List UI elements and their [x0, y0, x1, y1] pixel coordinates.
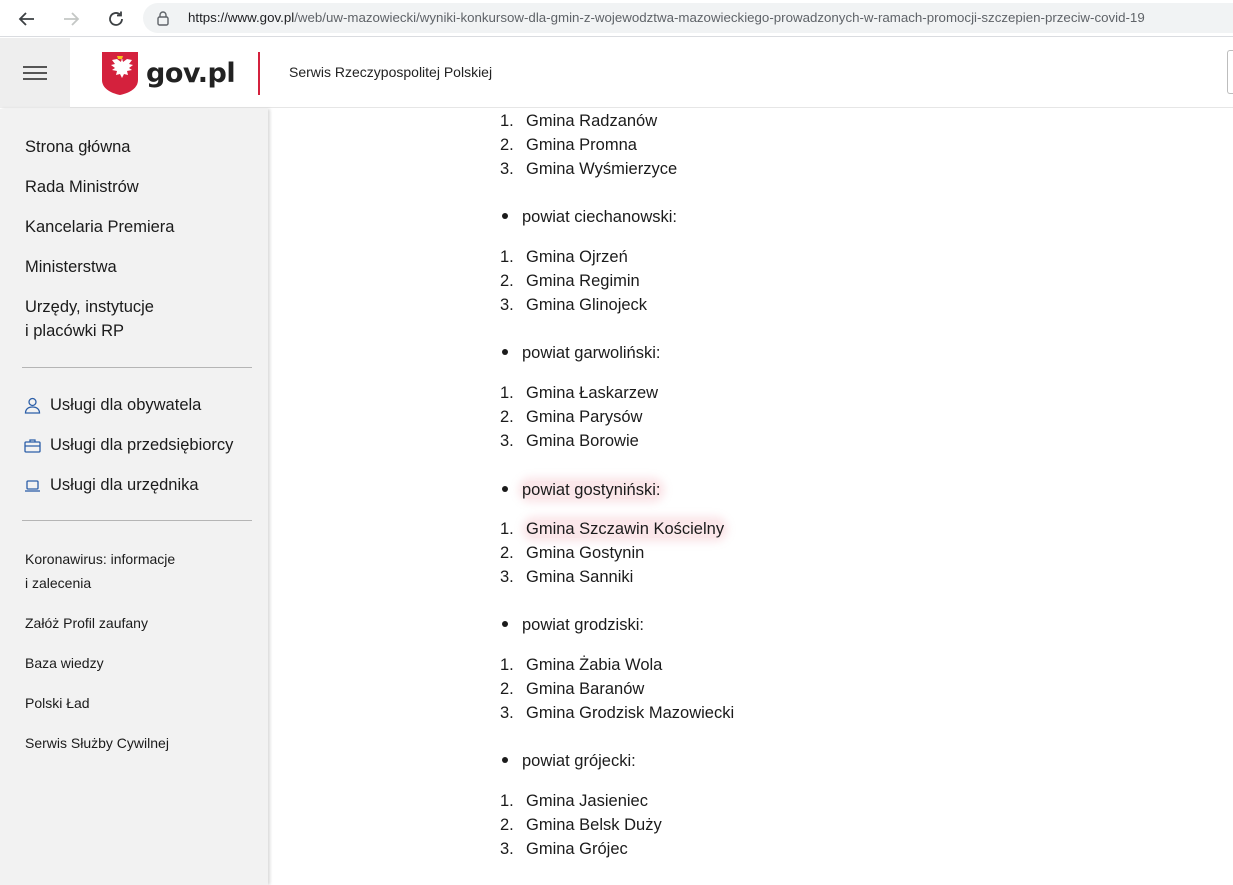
url-text: https://www.gov.pl/web/uw-mazowiecki/wyn…: [188, 10, 1145, 25]
sidebar-item-polski-lad[interactable]: Polski Ład: [25, 691, 90, 715]
list-item-highlighted: 1. Gmina Szczawin Kościelny: [500, 520, 725, 538]
county-heading: powiat grójecki:: [500, 749, 636, 773]
list-item: 1. Gmina Radzanów: [500, 112, 658, 130]
list-item: 1. Gmina Ojrzeń: [500, 248, 628, 266]
sidebar-item-civil-service[interactable]: Serwis Służby Cywilnej: [25, 731, 169, 755]
sidebar-item-coronavirus-line1: Koronawirus: informacje: [25, 551, 176, 567]
sidebar-item-coronavirus[interactable]: Koronawirus: informacje i zalecenia: [25, 547, 175, 595]
list-item: 3. Gmina Borowie: [500, 432, 639, 450]
list-item: 3. Gmina Sanniki: [500, 568, 634, 586]
reload-button[interactable]: [103, 6, 129, 32]
url-host: https://www.gov.pl: [188, 10, 295, 25]
sidebar-item-offices[interactable]: Urzędy, instytucje i placówki RP: [25, 295, 154, 343]
gov-logo[interactable]: gov.pl: [100, 50, 236, 96]
arrow-left-icon: [18, 12, 34, 26]
list-item: 3. Gmina Wyśmierzyce: [500, 160, 678, 178]
list-item: 3. Gmina Grójec: [500, 840, 628, 858]
county-heading-highlighted: powiat gostyniński:: [500, 478, 661, 502]
briefcase-icon: [24, 438, 41, 453]
sidebar-item-offices-line2: i placówki RP: [25, 322, 125, 340]
address-bar[interactable]: https://www.gov.pl/web/uw-mazowiecki/wyn…: [143, 3, 1233, 33]
sidebar-item-business-label: Usługi dla przedsiębiorcy: [50, 436, 234, 454]
sidebar-divider: [22, 367, 252, 368]
person-icon: [24, 397, 41, 414]
url-path: /web/uw-mazowiecki/wyniki-konkursow-dla-…: [294, 10, 1145, 25]
sidebar: Strona główna Rada Ministrów Kancelaria …: [0, 109, 268, 885]
sidebar-item-business-services[interactable]: Usługi dla przedsiębiorcy: [24, 433, 233, 457]
sidebar-item-official-services[interactable]: Usługi dla urzędnika: [24, 473, 199, 497]
list-item: 2. Gmina Regimin: [500, 272, 640, 290]
county-heading: powiat garwoliński:: [500, 341, 660, 365]
login-button[interactable]: [1227, 50, 1233, 94]
laptop-icon: [25, 479, 40, 492]
county-heading: powiat ciechanowski:: [500, 205, 677, 229]
sidebar-item-coronavirus-line2: i zalecenia: [25, 575, 92, 591]
sidebar-item-chancellery[interactable]: Kancelaria Premiera: [25, 215, 174, 239]
browser-toolbar: https://www.gov.pl/web/uw-mazowiecki/wyn…: [0, 0, 1233, 37]
list-item: 1. Gmina Jasieniec: [500, 792, 648, 810]
lock-icon: [157, 11, 169, 26]
list-item: 3. Gmina Grodzisk Mazowiecki: [500, 704, 735, 722]
menu-button[interactable]: [0, 38, 70, 108]
sidebar-divider: [22, 520, 252, 521]
sidebar-item-ministries[interactable]: Ministerstwa: [25, 255, 117, 279]
list-item: 2. Gmina Gostynin: [500, 544, 645, 562]
list-item: 2. Gmina Parysów: [500, 408, 643, 426]
sidebar-item-home[interactable]: Strona główna: [25, 135, 131, 159]
sidebar-item-trusted-profile[interactable]: Załóż Profil zaufany: [25, 611, 148, 635]
list-item: 1. Gmina Żabia Wola: [500, 656, 663, 674]
sidebar-item-offices-line1: Urzędy, instytucje: [25, 298, 154, 316]
sidebar-item-citizen-label: Usługi dla obywatela: [50, 396, 202, 414]
back-button[interactable]: [14, 6, 40, 32]
logo-text: gov.pl: [146, 57, 236, 89]
sidebar-item-official-label: Usługi dla urzędnika: [50, 476, 199, 494]
header-divider: [258, 52, 260, 95]
county-heading: powiat grodziski:: [500, 613, 644, 637]
list-item: 2. Gmina Baranów: [500, 680, 645, 698]
sidebar-item-knowledge-base[interactable]: Baza wiedzy: [25, 651, 104, 675]
sidebar-item-council[interactable]: Rada Ministrów: [25, 175, 139, 199]
sidebar-item-citizen-services[interactable]: Usługi dla obywatela: [24, 393, 201, 417]
list-item: 2. Gmina Belsk Duży: [500, 816, 662, 834]
service-name: Serwis Rzeczypospolitej Polskiej: [289, 64, 493, 80]
hamburger-icon: [23, 66, 47, 82]
list-item: 3. Gmina Glinojeck: [500, 296, 648, 314]
list-item: 1. Gmina Łaskarzew: [500, 384, 659, 402]
site-header: gov.pl Serwis Rzeczypospolitej Polskiej: [0, 38, 1233, 108]
arrow-right-icon: [64, 12, 80, 26]
eagle-emblem-icon: [102, 52, 138, 95]
list-item: 2. Gmina Promna: [500, 136, 637, 154]
reload-icon: [109, 11, 123, 26]
forward-button[interactable]: [58, 6, 84, 32]
